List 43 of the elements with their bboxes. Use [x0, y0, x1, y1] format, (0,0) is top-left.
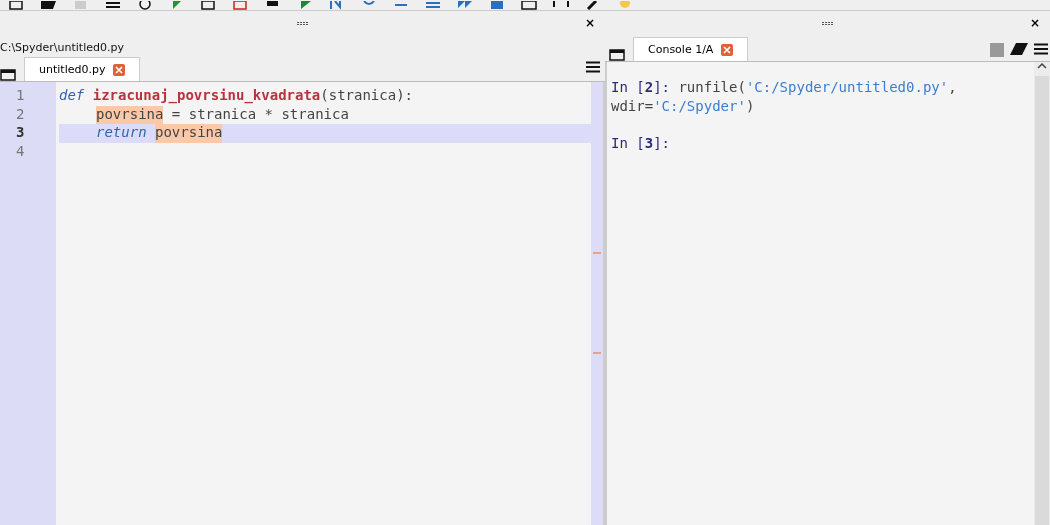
- stop-icon[interactable]: [488, 1, 506, 10]
- close-icon[interactable]: ×: [1029, 16, 1040, 30]
- close-icon[interactable]: ×: [584, 16, 595, 30]
- console-tab[interactable]: Console 1/A: [633, 37, 749, 61]
- scrollbar-thumb[interactable]: [1035, 76, 1049, 525]
- close-tab-icon[interactable]: [721, 43, 734, 56]
- scroll-up-icon[interactable]: [1037, 62, 1047, 70]
- code-token: izracunaj_povrsinu_kvadrata: [92, 87, 321, 106]
- code-token: 2: [644, 79, 654, 97]
- code-token: ,: [948, 79, 957, 97]
- marker: [593, 252, 601, 254]
- menu-icon[interactable]: [1034, 43, 1048, 55]
- close-tab-icon[interactable]: [113, 63, 126, 76]
- eraser-icon[interactable]: [1010, 43, 1028, 55]
- menu-icon[interactable]: [586, 61, 600, 73]
- code-token: wdir=: [611, 97, 654, 116]
- list-icon[interactable]: [104, 1, 122, 10]
- line-number: 3: [15, 124, 26, 142]
- code-token: 'C:/Spyder': [653, 97, 746, 116]
- line-number: 1: [15, 87, 26, 105]
- code-token: = stranica * stranica: [170, 105, 349, 124]
- line-number: 4: [15, 142, 26, 161]
- code-token: In [: [611, 134, 645, 153]
- code-token: ]:: [653, 79, 670, 97]
- code-token: runfile(: [677, 79, 746, 97]
- file-path: C:\Spyder\untitled0.py: [0, 39, 125, 56]
- code-token: ]:: [653, 134, 670, 153]
- marker: [593, 352, 601, 354]
- drag-handle-icon[interactable]: [821, 22, 834, 26]
- code-token: 'C:/Spyder/untitled0.py': [745, 79, 949, 97]
- code-token: In [: [611, 79, 645, 97]
- fast-forward-icon[interactable]: [456, 1, 474, 10]
- code-token: 3: [644, 134, 654, 153]
- code-token: return: [96, 124, 147, 142]
- folder-icon[interactable]: [40, 1, 58, 10]
- line-number: 2: [15, 105, 26, 124]
- drag-handle-icon[interactable]: [296, 22, 309, 26]
- code-token: def: [59, 87, 85, 105]
- highlighted-word: povrsina: [155, 124, 223, 143]
- code-token: ): [745, 97, 755, 116]
- code-token: (stranica):: [320, 87, 413, 105]
- highlighted-word: povrsina: [96, 105, 164, 124]
- editor-tab[interactable]: untitled0.py: [24, 57, 141, 81]
